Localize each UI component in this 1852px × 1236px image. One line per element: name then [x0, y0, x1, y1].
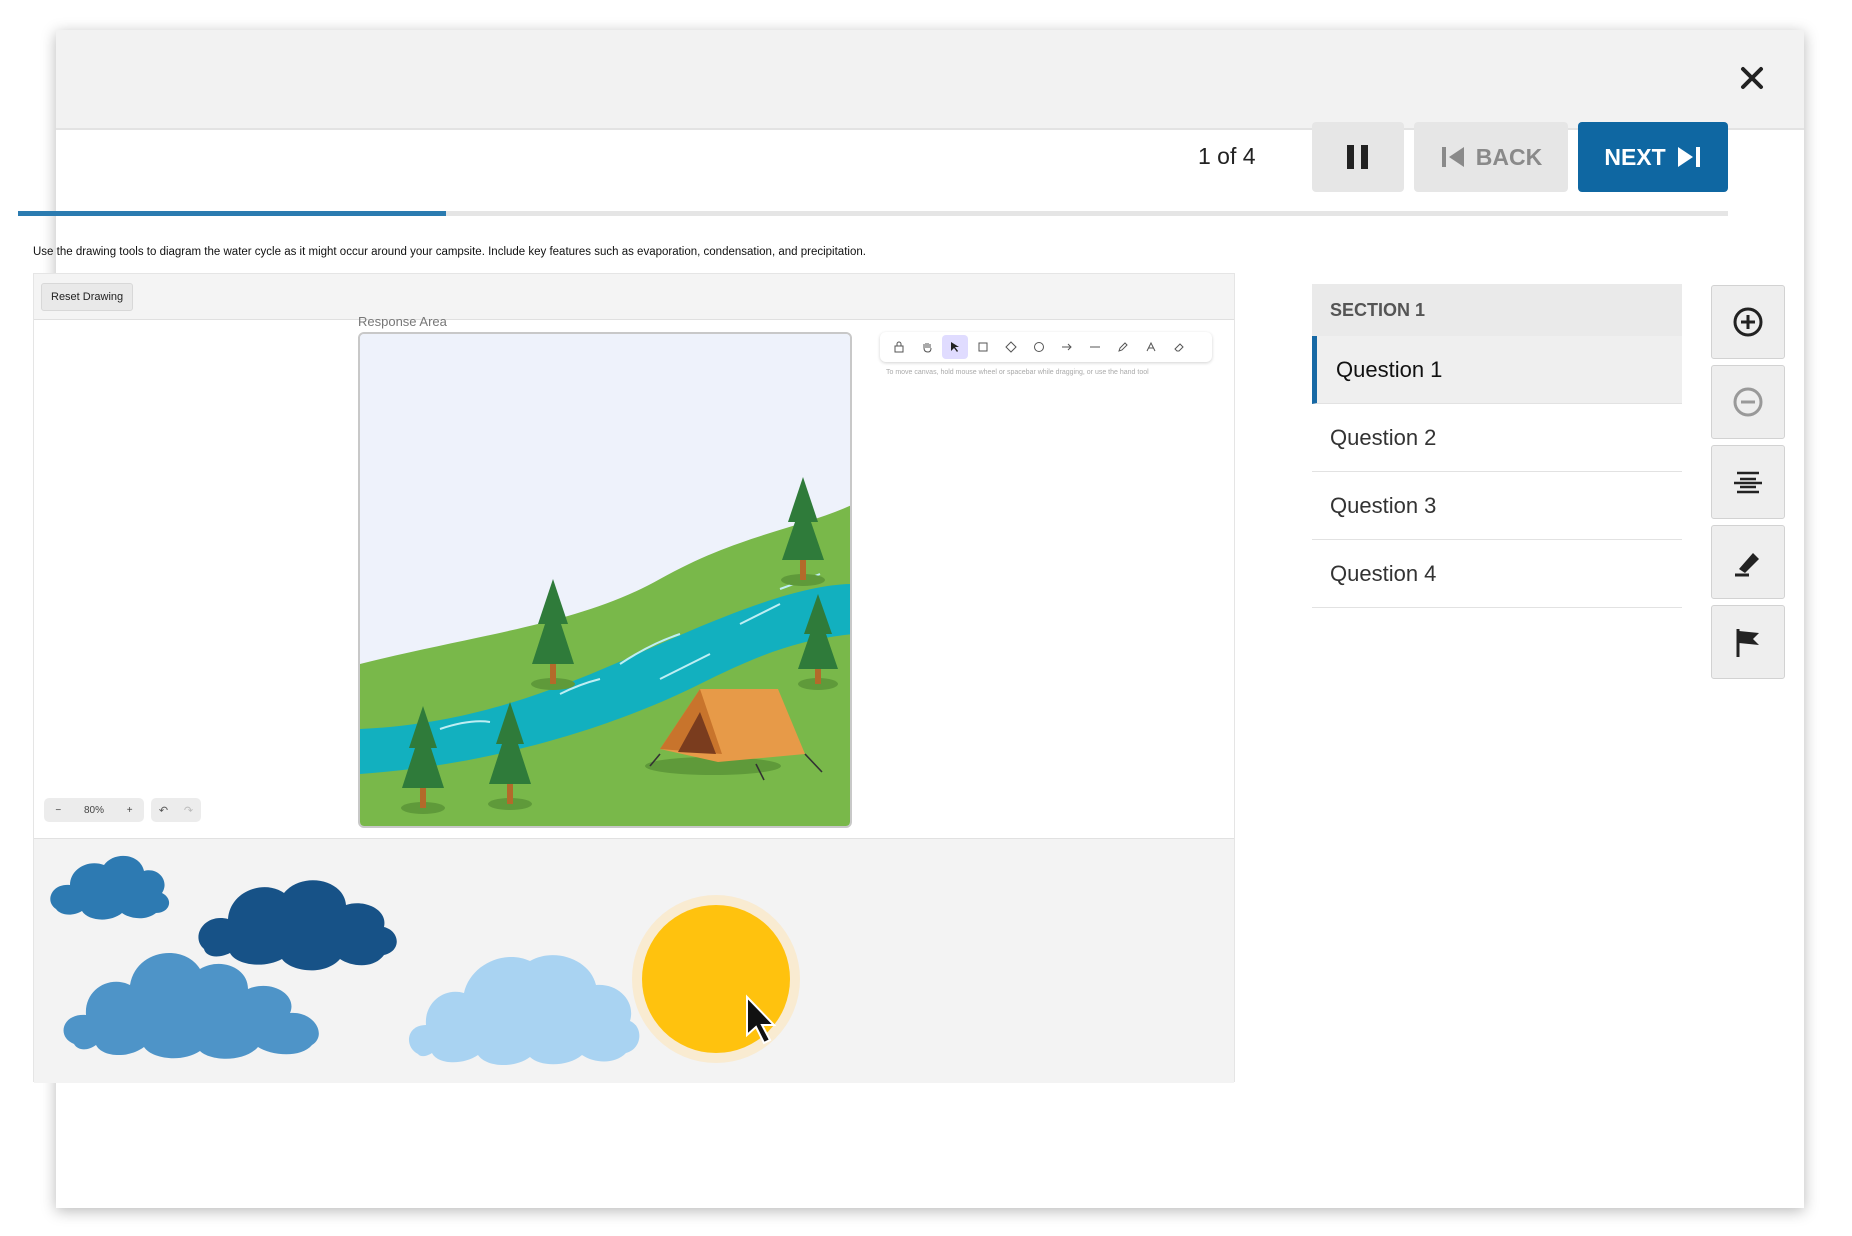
next-label: NEXT — [1604, 143, 1666, 170]
response-area-label: Response Area — [358, 314, 447, 329]
sun-sticker[interactable] — [632, 895, 800, 1063]
campsite-background — [360, 334, 850, 826]
sticker-library — [34, 838, 1234, 1083]
sticker-shapes — [50, 855, 800, 1066]
drawing-toolbar: Reset Drawing — [34, 274, 1234, 320]
cloud-small-sticker[interactable] — [50, 855, 170, 920]
drawing-canvas[interactable] — [358, 332, 852, 828]
skip-back-icon — [1441, 147, 1464, 167]
undo-icon[interactable]: ↶ — [159, 804, 168, 817]
canvas-hint: To move canvas, hold mouse wheel or spac… — [886, 369, 1149, 376]
skip-next-icon — [1677, 147, 1700, 167]
zoom-in-icon — [1733, 307, 1763, 337]
zoom-in-button[interactable]: + — [127, 805, 133, 816]
highlighter-icon — [1735, 553, 1759, 577]
line-icon[interactable] — [1082, 335, 1108, 359]
flag-tool-button[interactable] — [1711, 605, 1785, 679]
question-prompt: Use the drawing tools to diagram the wat… — [33, 246, 866, 258]
flag-icon — [1736, 629, 1759, 657]
drawing-workspace: Reset Drawing Response Area To move canv… — [33, 273, 1235, 1083]
text-icon[interactable] — [1138, 335, 1164, 359]
progress-fill — [18, 211, 446, 216]
back-label: BACK — [1475, 143, 1543, 170]
ellipse-icon[interactable] — [1026, 335, 1052, 359]
zoom-level: 80% — [83, 804, 104, 816]
close-icon — [1741, 67, 1763, 89]
arrow-icon[interactable] — [1054, 335, 1080, 359]
section-header: SECTION 1 — [1312, 284, 1682, 336]
rectangle-icon[interactable] — [970, 335, 996, 359]
select-icon[interactable] — [942, 335, 968, 359]
pencil-icon[interactable] — [1110, 335, 1136, 359]
zoom-out-icon — [1733, 387, 1763, 417]
diamond-icon[interactable] — [998, 335, 1024, 359]
close-button[interactable] — [1730, 56, 1774, 100]
zoom-out-tool-button[interactable] — [1711, 365, 1785, 439]
zoom-control: − 80% + — [44, 798, 144, 822]
question-item-1[interactable]: Question 1 — [1312, 336, 1682, 404]
question-item-3[interactable]: Question 3 — [1312, 472, 1682, 540]
zoom-in-tool-button[interactable] — [1711, 285, 1785, 359]
cloud-medium-sticker[interactable] — [63, 953, 319, 1059]
question-counter: 1 of 4 — [1198, 143, 1256, 169]
back-button[interactable]: BACK — [1414, 122, 1568, 192]
cloud-light-sticker[interactable] — [408, 955, 640, 1066]
question-item-2[interactable]: Question 2 — [1312, 404, 1682, 472]
highlighter-tool-button[interactable] — [1711, 525, 1785, 599]
redo-icon[interactable]: ↷ — [184, 804, 193, 817]
drawing-tools — [880, 332, 1212, 362]
line-reader-tool-button[interactable] — [1711, 445, 1785, 519]
question-navigator: SECTION 1 Question 1 Question 2 Question… — [1312, 284, 1682, 608]
undo-redo-control: ↶ ↷ — [151, 798, 201, 822]
modal-header — [56, 30, 1804, 130]
cloud-dark-sticker[interactable] — [198, 880, 397, 971]
eraser-icon[interactable] — [1166, 335, 1192, 359]
zoom-out-button[interactable]: − — [55, 805, 61, 816]
next-button[interactable]: NEXT — [1578, 122, 1728, 192]
progress-bar — [18, 211, 1728, 216]
lock-icon[interactable] — [886, 335, 912, 359]
reset-drawing-button[interactable]: Reset Drawing — [41, 283, 134, 311]
line-reader-icon — [1734, 471, 1762, 494]
pause-button[interactable] — [1312, 122, 1404, 192]
pause-icon — [1347, 145, 1368, 169]
hand-icon[interactable] — [914, 335, 940, 359]
question-item-4[interactable]: Question 4 — [1312, 540, 1682, 608]
